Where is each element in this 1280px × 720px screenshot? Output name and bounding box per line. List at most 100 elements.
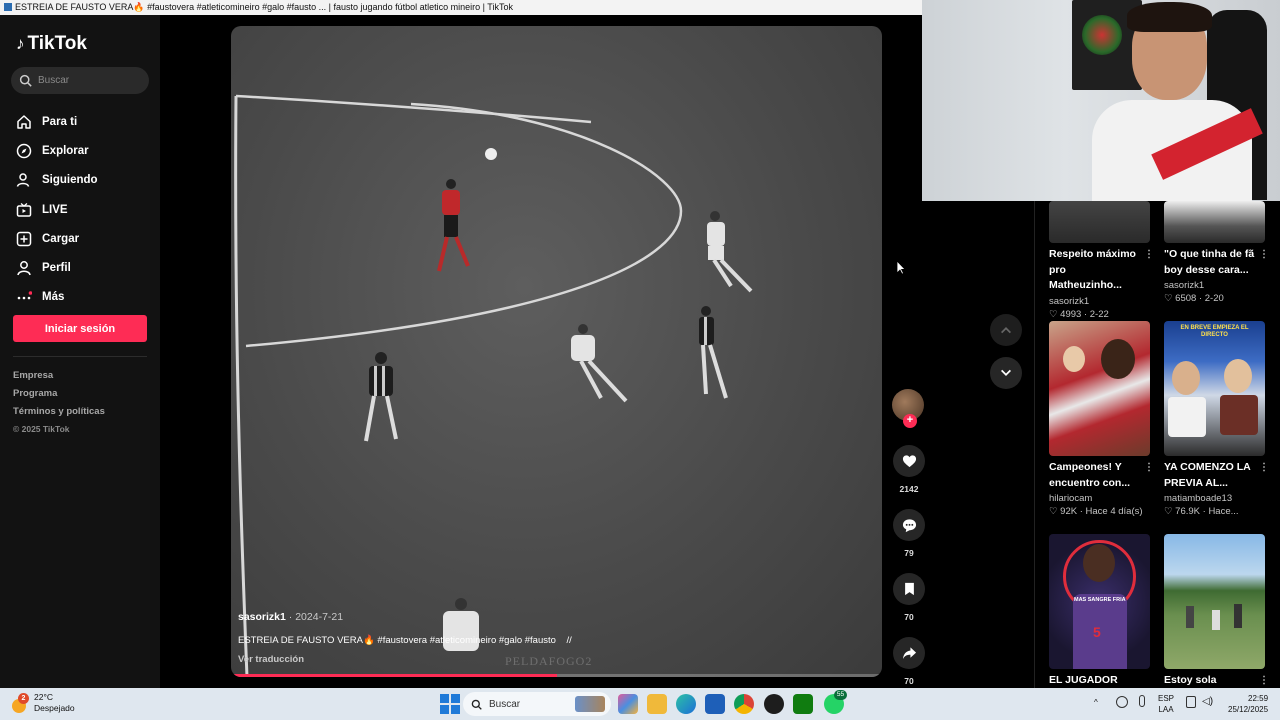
mouse-cursor-icon: [896, 260, 906, 275]
sun-icon: 2: [12, 693, 29, 713]
video-thumbnail[interactable]: [1049, 201, 1150, 243]
save-action: 70: [891, 573, 927, 622]
search-input[interactable]: [38, 75, 138, 86]
nav-label: LIVE: [42, 203, 68, 216]
taskbar-search-label: Buscar: [489, 698, 521, 710]
xbox-icon[interactable]: [793, 694, 813, 714]
nav-item-mas[interactable]: Más: [16, 283, 98, 312]
display-icon[interactable]: [1186, 696, 1196, 708]
clock[interactable]: 22:59 25/12/2025: [1228, 693, 1268, 715]
home-icon: [16, 114, 32, 130]
save-button[interactable]: [893, 573, 925, 605]
more-options-icon[interactable]: ⋮: [1259, 247, 1269, 263]
more-options-icon[interactable]: ⋮: [1144, 247, 1154, 263]
recommended-card[interactable]: Campeones! Y encuentro con... ⋮ hilarioca…: [1049, 321, 1154, 517]
card-stats: ♡ 76.9K · Hace...: [1164, 506, 1239, 517]
more-options-icon[interactable]: ⋮: [1259, 673, 1269, 689]
share-action: 70: [891, 637, 927, 686]
chevron-up-icon: [1001, 327, 1011, 334]
tray-chevron-up-icon[interactable]: ^: [1094, 697, 1098, 708]
card-author[interactable]: hilariocam: [1049, 493, 1150, 504]
obs-icon[interactable]: [764, 694, 784, 714]
weather-condition: Despejado: [34, 703, 75, 713]
share-button[interactable]: [893, 637, 925, 669]
network-icon[interactable]: [1116, 696, 1128, 708]
card-author[interactable]: sasorizk1: [1049, 296, 1150, 307]
file-explorer-icon[interactable]: [647, 694, 667, 714]
previous-video-button[interactable]: [990, 314, 1022, 346]
card-author[interactable]: matiamboade13: [1164, 493, 1265, 504]
nav-label: Cargar: [42, 232, 80, 245]
nav-label: Perfil: [42, 262, 71, 275]
video-progress-bar[interactable]: [231, 674, 882, 677]
nav-item-live[interactable]: LIVE: [16, 195, 98, 224]
card-title: Respeito máximo pro Matheuzinho... ⋮: [1049, 248, 1154, 291]
video-thumbnail[interactable]: EN BREVE EMPIEZA EL DIRECTO: [1164, 321, 1265, 456]
recommended-card[interactable]: Estoy sola chicas,⋮: [1164, 534, 1269, 704]
video-player[interactable]: PELDAFOGO2 sasorizk1 · 2024-7-21 ESTREIA…: [231, 26, 882, 677]
tiktok-logo[interactable]: ♪ TikTok: [16, 33, 87, 55]
clock-date: 25/12/2025: [1228, 705, 1269, 714]
recommended-card[interactable]: Respeito máximo pro Matheuzinho... ⋮ saso…: [1049, 201, 1154, 320]
taskbar: 2 22°C Despejado Buscar 55 ^ ESP LAA ◁) …: [0, 688, 1280, 720]
sidebar: ♪ TikTok Para ti Explorar Siguiendo LIVE: [0, 15, 160, 688]
webcam-overlay: [922, 0, 1280, 201]
translate-link[interactable]: Ver traducción: [238, 654, 304, 665]
footer-link-terminos[interactable]: Términos y políticas: [13, 406, 105, 424]
nav-item-siguiendo[interactable]: Siguiendo: [16, 166, 98, 195]
more-options-icon[interactable]: ⋮: [1144, 460, 1154, 476]
microphone-icon[interactable]: [1139, 695, 1145, 707]
card-title: YA COMENZO LA PREVIA AL... ⋮: [1164, 461, 1269, 489]
like-action: 2142: [891, 445, 927, 494]
follow-plus-icon[interactable]: +: [903, 414, 917, 428]
browser-tab-title: ESTREIA DE FAUSTO VERA🔥 #faustovera #atl…: [0, 0, 922, 15]
store-icon[interactable]: [705, 694, 725, 714]
volume-icon[interactable]: ◁): [1202, 696, 1213, 707]
like-button[interactable]: [893, 445, 925, 477]
chevron-down-icon: [1001, 369, 1011, 376]
chrome-icon[interactable]: [734, 694, 754, 714]
weather-widget[interactable]: 2 22°C Despejado: [12, 692, 75, 714]
comment-button[interactable]: [893, 509, 925, 541]
recommended-card[interactable]: "O que tinha de fã boy desse cara... ⋮ sa…: [1164, 201, 1269, 304]
nav-item-cargar[interactable]: Cargar: [16, 224, 98, 253]
video-meta: sasorizk1 · 2024-7-21: [238, 611, 343, 623]
login-button[interactable]: Iniciar sesión: [13, 315, 147, 342]
footer-link-programa[interactable]: Programa: [13, 388, 105, 406]
video-author[interactable]: sasorizk1: [238, 611, 286, 623]
creator-avatar-wrap[interactable]: +: [892, 389, 926, 428]
video-thumbnail[interactable]: [1164, 534, 1265, 669]
share-icon: [902, 646, 916, 659]
more-options-icon[interactable]: ⋮: [1259, 460, 1269, 476]
whatsapp-icon[interactable]: 55: [824, 690, 847, 714]
video-progress-fill: [231, 674, 557, 677]
language-indicator[interactable]: ESP LAA: [1158, 693, 1174, 715]
taskbar-search[interactable]: Buscar: [463, 692, 611, 716]
logo-text: TikTok: [27, 33, 87, 54]
share-count: 70: [904, 676, 914, 686]
card-stats: ♡ 92K · Hace 4 día(s): [1049, 506, 1143, 517]
nav-item-explorar[interactable]: Explorar: [16, 136, 98, 165]
next-video-button[interactable]: [990, 357, 1022, 389]
card-stats: ♡ 4993 · 2-22: [1049, 308, 1109, 320]
search-box[interactable]: [11, 67, 149, 94]
recommended-card[interactable]: EN BREVE EMPIEZA EL DIRECTO YA COMENZO L…: [1164, 321, 1269, 517]
page-favicon-icon: [4, 3, 12, 11]
recommended-card[interactable]: 5 MAS SANGRE FRIA EL JUGADOR MAS: [1049, 534, 1150, 704]
upload-icon: [16, 231, 32, 247]
nav-item-perfil[interactable]: Perfil: [16, 253, 98, 282]
copyright: © 2025 TikTok: [13, 424, 70, 434]
footer-link-empresa[interactable]: Empresa: [13, 370, 105, 388]
copilot-icon[interactable]: [618, 694, 638, 714]
card-title: "O que tinha de fã boy desse cara... ⋮: [1164, 248, 1269, 276]
video-thumbnail[interactable]: [1164, 201, 1265, 243]
nav-item-para-ti[interactable]: Para ti: [16, 107, 98, 136]
windows-start-icon[interactable]: [440, 694, 460, 714]
bookmark-icon: [904, 582, 914, 596]
video-thumbnail[interactable]: [1049, 321, 1150, 456]
search-icon: [19, 74, 32, 87]
video-caption-text[interactable]: ESTREIA DE FAUSTO VERA🔥 #faustovera #atl…: [238, 635, 556, 646]
edge-icon[interactable]: [676, 694, 696, 714]
card-author[interactable]: sasorizk1: [1164, 280, 1265, 291]
video-thumbnail[interactable]: 5 MAS SANGRE FRIA: [1049, 534, 1150, 669]
